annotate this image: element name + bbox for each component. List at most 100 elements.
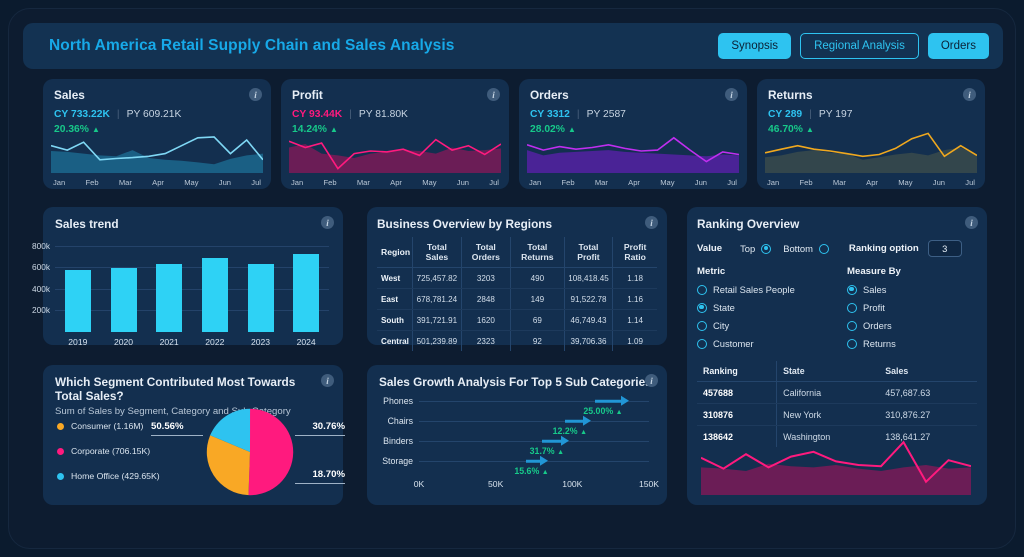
table-cell: West xyxy=(377,267,413,289)
column-header: Profit Ratio xyxy=(612,237,657,268)
table-row[interactable]: 310876 New York 310,876.27 xyxy=(697,403,977,426)
gridline xyxy=(55,245,329,247)
ranking-sparkline xyxy=(700,435,972,495)
table-cell: Central xyxy=(381,336,409,346)
growth-arrow[interactable] xyxy=(564,419,584,423)
kpi-title: Sales xyxy=(54,88,85,102)
radio-top[interactable] xyxy=(761,243,772,254)
month-label: Feb xyxy=(323,178,337,187)
metric-option-customer[interactable]: Customer xyxy=(697,338,847,349)
info-icon[interactable]: i xyxy=(645,374,658,387)
month-label: Mar xyxy=(594,178,608,187)
pie-percent-value: 18.70% xyxy=(312,469,345,480)
bottom-label: Bottom xyxy=(783,243,813,254)
kpi-current-year: CY 733.22K xyxy=(54,109,110,120)
table-row[interactable]: East 678,781.24 2848 149 91,522.78 1.16 xyxy=(377,288,657,310)
ranking-option-input[interactable]: 3 xyxy=(927,240,962,257)
table-cell: 391,721.91 xyxy=(412,309,462,331)
legend-item[interactable]: Corporate (706.15K) xyxy=(57,446,187,456)
metric-option-retail-sales-people[interactable]: Retail Sales People xyxy=(697,284,847,295)
y-axis-label: 600k xyxy=(32,262,50,273)
month-label: Apr xyxy=(628,178,640,187)
column-header: State xyxy=(776,361,880,382)
kpi-divider: | xyxy=(349,109,352,120)
measure-option-orders[interactable]: Orders xyxy=(847,320,977,331)
bar[interactable] xyxy=(156,264,183,332)
legend-item[interactable]: Home Office (429.65K) xyxy=(57,471,187,481)
growth-chart: Phones 25.00% ▲ Chairs 12.2% ▲ Binders 31.7% … xyxy=(382,396,659,489)
info-icon[interactable]: i xyxy=(645,216,658,229)
x-axis-label: 2023 xyxy=(250,337,271,347)
legend-color-dot xyxy=(57,447,64,455)
bar[interactable] xyxy=(201,257,228,332)
pie-slice[interactable] xyxy=(248,408,294,496)
trend-up-icon: ▲ xyxy=(615,409,623,416)
pie-percent-left: 50.56% xyxy=(151,421,203,436)
radio-button[interactable] xyxy=(697,284,707,295)
option-label: State xyxy=(713,302,735,313)
metric-label: Metric xyxy=(697,266,726,277)
table-cell: 725,457.82 xyxy=(412,267,462,289)
radio-button[interactable] xyxy=(847,302,857,313)
info-icon[interactable]: i xyxy=(965,216,978,229)
info-icon[interactable]: i xyxy=(963,88,976,101)
measure-option-sales[interactable]: Sales xyxy=(847,284,977,295)
bar[interactable] xyxy=(293,254,320,332)
table-cell: 501,239.89 xyxy=(412,330,462,351)
info-icon[interactable]: i xyxy=(321,216,334,229)
measure-option-profit[interactable]: Profit xyxy=(847,302,977,313)
x-axis-label: 2019 xyxy=(68,337,88,347)
kpi-prior-year: PY 609.21K xyxy=(126,109,182,120)
month-label: Jan xyxy=(291,178,304,187)
month-label: Apr xyxy=(866,178,878,187)
metric-option-state[interactable]: State xyxy=(697,302,847,313)
trend-up-icon: ▲ xyxy=(557,449,564,456)
tab-synopsis[interactable]: Synopsis xyxy=(718,33,792,59)
table-row[interactable]: West 725,457.82 3203 490 108,418.45 1.18 xyxy=(377,267,657,289)
kpi-card-returns: Returns i CY 289 | PY 197 46.70% ▲ Jan Feb… xyxy=(757,79,985,189)
bar[interactable] xyxy=(110,267,137,332)
radio-button[interactable] xyxy=(847,338,857,349)
x-axis-label: 2024 xyxy=(296,337,316,347)
info-icon[interactable]: i xyxy=(725,88,738,101)
radio-button[interactable] xyxy=(697,320,707,331)
month-label: Jul xyxy=(489,178,499,187)
business-overview-table: Region Total Sales Total Orders Total Retur… xyxy=(377,237,657,351)
radio-button[interactable] xyxy=(697,338,707,349)
info-icon[interactable]: i xyxy=(249,88,262,101)
sparkline-svg xyxy=(288,138,502,173)
table-row[interactable]: South 391,721.91 1620 69 46,749.43 1.14 xyxy=(377,309,657,331)
metric-group: Metric Retail Sales People State City Custo… xyxy=(697,266,847,349)
table-cell: 457,687.63 xyxy=(879,381,977,404)
radio-bottom[interactable] xyxy=(818,243,829,254)
growth-card: Sales Growth Analysis For Top 5 Sub Cate… xyxy=(367,365,667,505)
growth-arrow[interactable] xyxy=(595,399,622,403)
measure-option-returns[interactable]: Returns xyxy=(847,338,977,349)
metric-option-city[interactable]: City xyxy=(697,320,847,331)
month-label: Jul xyxy=(727,178,737,187)
growth-arrow[interactable] xyxy=(526,459,541,463)
x-axis-label: 2021 xyxy=(159,337,179,347)
sparkline-month-labels: Jan Feb Mar Apr May Jun Jul xyxy=(289,178,501,187)
bar[interactable] xyxy=(64,270,91,332)
table-row[interactable]: Central 501,239.89 2323 92 39,706.36 1.09 xyxy=(377,330,657,351)
radio-button[interactable] xyxy=(847,320,857,331)
bar[interactable] xyxy=(247,264,274,332)
table-cell: 91,522.78 xyxy=(563,288,613,310)
pie-percent-bottom-right: 18.70% xyxy=(295,469,345,484)
kpi-title: Profit xyxy=(292,88,323,102)
category-label: Phones xyxy=(383,396,413,406)
ranking-overview-card: Ranking Overview i Value Top Bottom Rank… xyxy=(687,207,987,505)
radio-button[interactable] xyxy=(697,302,707,313)
gridline xyxy=(55,310,329,312)
growth-arrow[interactable] xyxy=(541,439,563,443)
radio-button[interactable] xyxy=(847,284,857,295)
page-title: North America Retail Supply Chain and Sa… xyxy=(49,37,455,54)
info-icon[interactable]: i xyxy=(487,88,500,101)
pie-percent-top-right: 30.76% xyxy=(295,421,345,436)
tab-orders[interactable]: Orders xyxy=(927,33,989,59)
dashboard-frame: North America Retail Supply Chain and Sa… xyxy=(8,8,1016,549)
tab-regional-analysis[interactable]: Regional Analysis xyxy=(800,33,919,59)
table-row[interactable]: 457688 California 457,687.63 xyxy=(697,381,977,404)
info-icon[interactable]: i xyxy=(321,374,334,387)
